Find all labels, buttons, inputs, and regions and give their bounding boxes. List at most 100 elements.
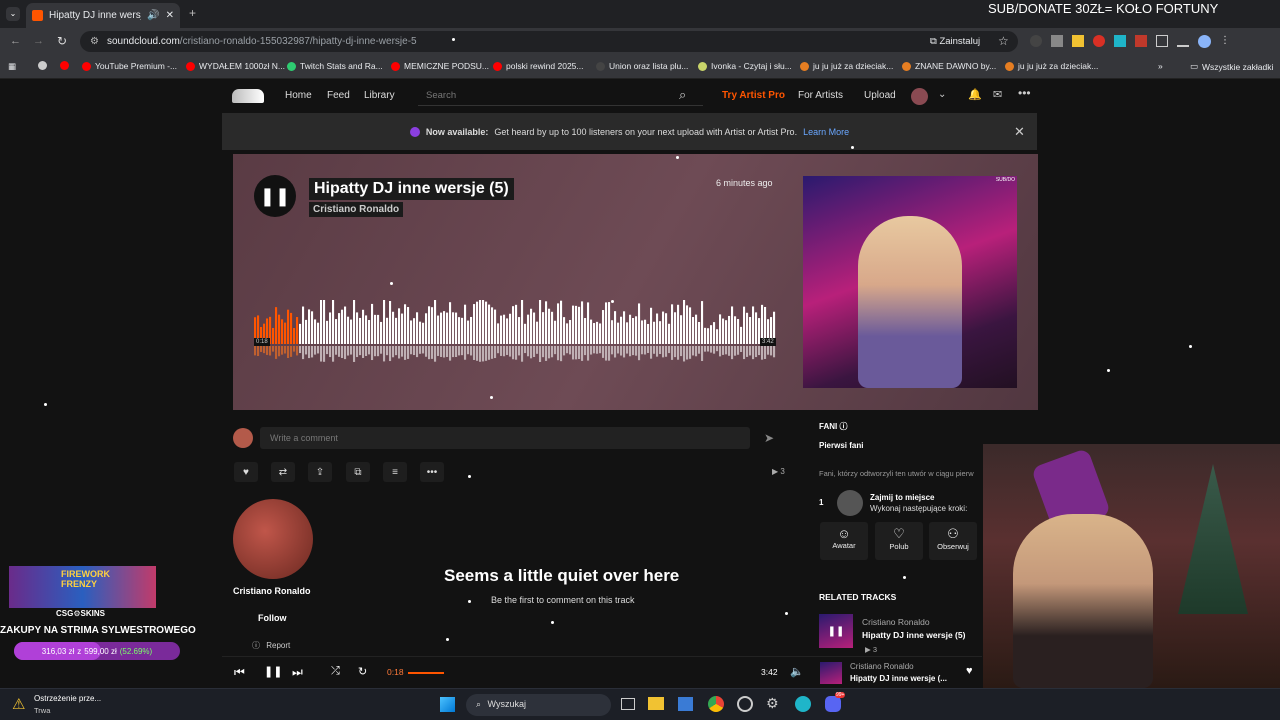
forward-icon[interactable]: →	[33, 35, 44, 47]
bookmark-item[interactable]: MEMICZNE PODSU...	[391, 61, 489, 71]
volume-icon[interactable]: 🔈	[790, 665, 804, 678]
nav-feed[interactable]: Feed	[327, 90, 350, 101]
player-like-icon[interactable]: ♥	[966, 665, 973, 677]
ext-icon-5[interactable]	[1114, 35, 1126, 47]
shuffle-icon[interactable]: ⤮	[331, 665, 340, 678]
reload-icon[interactable]: ↻	[57, 34, 67, 48]
bookmark-star-icon[interactable]: ☆	[998, 34, 1009, 48]
player-artist[interactable]: Cristiano Ronaldo	[850, 662, 914, 671]
all-bookmarks[interactable]: ▭ Wszystkie zakładki	[1190, 61, 1273, 72]
ext-icon-2[interactable]	[1051, 35, 1063, 47]
bookmark-item[interactable]: ZNANE DAWNO by...	[902, 61, 996, 71]
taskbar-search[interactable]: ⌕ Wyszukaj	[466, 694, 611, 716]
app-icon-1[interactable]	[737, 696, 753, 712]
ext-icon-4[interactable]	[1093, 35, 1105, 47]
add-to-playlist-button[interactable]: ≡	[383, 462, 407, 482]
new-tab-icon[interactable]: +	[189, 6, 196, 20]
ext-icon-6[interactable]	[1135, 35, 1147, 47]
bookmark-item[interactable]: Twitch Stats and Ra...	[287, 61, 383, 71]
waveform-bar	[737, 319, 740, 344]
bookmark-item[interactable]: WYDAŁEM 1000zł N...	[186, 61, 285, 71]
fan-avatar-button[interactable]: ☺ Awatar	[820, 522, 868, 560]
extensions-puzzle-icon[interactable]	[1156, 35, 1168, 47]
waveform[interactable]	[254, 300, 776, 362]
tab-list-chevron-icon[interactable]: ⌄	[6, 7, 20, 21]
user-avatar[interactable]	[911, 88, 928, 105]
ext-icon-1[interactable]	[1030, 35, 1042, 47]
nav-library[interactable]: Library	[364, 90, 395, 101]
related-title[interactable]: Hipatty DJ inne wersje (5)	[862, 630, 965, 640]
address-bar[interactable]: ⚙ soundcloud.com/cristiano-ronaldo-15503…	[80, 31, 1018, 52]
track-artist[interactable]: Cristiano Ronaldo	[309, 202, 404, 217]
tab-close-icon[interactable]: ✕	[166, 10, 174, 21]
install-button[interactable]: ⧉ Zainstaluj	[930, 36, 980, 47]
fan-follow-button[interactable]: ⚇ Obserwuj	[929, 522, 977, 560]
apps-grid-icon[interactable]: ▦	[8, 61, 16, 72]
speaker-icon[interactable]: 🔊	[147, 10, 159, 21]
more-options-icon[interactable]: •••	[1018, 86, 1031, 100]
bookmarks-overflow-icon[interactable]: »	[1158, 61, 1163, 71]
learn-more-link[interactable]: Learn More	[803, 127, 849, 137]
back-icon[interactable]: ←	[10, 35, 21, 47]
related-track-artwork[interactable]: ❚❚	[819, 614, 853, 648]
messages-icon[interactable]: ✉	[993, 88, 1002, 101]
next-icon[interactable]: ⏭	[292, 665, 303, 680]
media-icon[interactable]	[1177, 35, 1189, 47]
previous-icon[interactable]: ⏮	[234, 665, 245, 680]
profile-avatar-icon[interactable]	[1198, 35, 1211, 48]
profile-avatar[interactable]	[233, 499, 313, 579]
pause-button[interactable]: ❚❚	[254, 175, 296, 217]
more-button[interactable]: •••	[420, 462, 444, 482]
player-title[interactable]: Hipatty DJ inne wersje (...	[850, 674, 947, 683]
browser-menu-icon[interactable]: ⋮	[1220, 35, 1230, 48]
repeat-icon[interactable]: ↻	[358, 665, 367, 678]
share-button[interactable]: ⇪	[308, 462, 332, 482]
site-info-icon[interactable]: ⚙	[90, 36, 99, 47]
discord-icon[interactable]	[825, 696, 841, 712]
repost-button[interactable]: ⇄	[271, 462, 295, 482]
like-button[interactable]: ♥	[234, 462, 258, 482]
banner-close-icon[interactable]: ✕	[1014, 124, 1025, 140]
player-progress-track[interactable]	[408, 672, 748, 674]
bookmark-github-icon[interactable]	[38, 61, 47, 70]
report-button[interactable]: ⓘ Report	[252, 640, 290, 651]
related-artist[interactable]: Cristiano Ronaldo	[862, 617, 930, 627]
bookmark-item[interactable]: ju ju już za dzieciak...	[1005, 61, 1098, 71]
search-icon[interactable]: ⌕	[679, 87, 686, 103]
copy-link-button[interactable]: ⧉	[346, 462, 370, 482]
profile-name[interactable]: Cristiano Ronaldo	[233, 586, 311, 596]
bookmark-youtube-icon[interactable]	[60, 61, 69, 70]
bookmark-item[interactable]: YouTube Premium -...	[82, 61, 177, 71]
player-pause-icon[interactable]: ❚❚	[264, 665, 282, 678]
browser-tab-active[interactable]: Hipatty DJ inne wersje (5) b 🔊 ✕	[26, 3, 180, 28]
bookmark-item[interactable]: Union oraz lista plu...	[596, 61, 688, 71]
nav-home[interactable]: Home	[285, 90, 312, 101]
nav-for-artists[interactable]: For Artists	[798, 90, 843, 101]
nav-upload[interactable]: Upload	[864, 90, 896, 101]
file-explorer-icon[interactable]	[648, 697, 664, 710]
app-icon-2[interactable]	[795, 696, 811, 712]
search-input[interactable]: Search	[418, 86, 703, 106]
chrome-icon[interactable]	[708, 696, 724, 712]
task-view-icon[interactable]	[621, 698, 635, 710]
waveform-reflection	[626, 346, 629, 354]
send-comment-icon[interactable]: ➤	[764, 431, 774, 445]
player-artwork[interactable]	[820, 662, 842, 684]
user-menu-chevron-icon[interactable]: ⌄	[938, 89, 946, 100]
notifications-bell-icon[interactable]: 🔔	[968, 88, 982, 101]
fan-like-button[interactable]: ♡ Polub	[875, 522, 923, 560]
bookmark-item[interactable]: ju ju już za dzieciak...	[800, 61, 893, 71]
ext-icon-3[interactable]	[1072, 35, 1084, 47]
bookmark-item[interactable]: polski rewind 2025...	[493, 61, 584, 71]
comment-input[interactable]: Write a comment	[260, 427, 750, 449]
windows-start-icon[interactable]	[440, 697, 455, 712]
warning-title[interactable]: Ostrzeżenie prze...	[34, 694, 101, 703]
info-icon[interactable]: ⓘ	[839, 422, 847, 431]
nav-try-artist-pro[interactable]: Try Artist Pro	[722, 90, 785, 101]
track-artwork[interactable]: SUB/DO	[803, 176, 1017, 388]
bookmark-item[interactable]: Ivonka - Czytaj i słu...	[698, 61, 792, 71]
soundcloud-logo-icon[interactable]	[232, 89, 264, 103]
follow-button[interactable]: Follow	[258, 613, 287, 623]
settings-icon[interactable]: ⚙	[766, 695, 779, 712]
store-icon[interactable]	[678, 697, 693, 711]
